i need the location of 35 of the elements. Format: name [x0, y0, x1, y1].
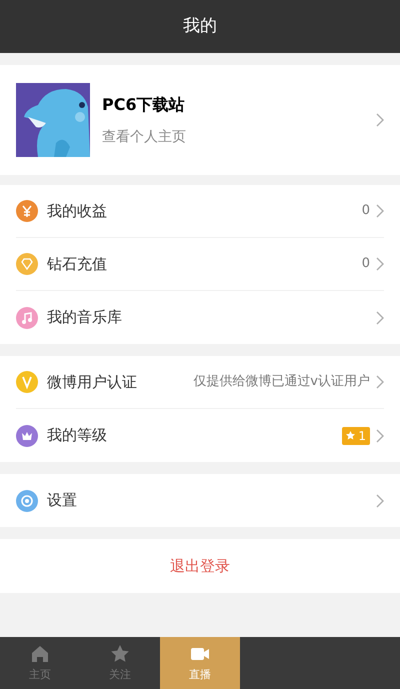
menu-item[interactable]: 我的等级 1 [16, 409, 384, 462]
menu-label: 微博用户认证 [47, 372, 138, 393]
profile-name: PC6下载站 [102, 94, 186, 116]
crown-icon [16, 424, 38, 446]
page-title: 我的 [183, 14, 217, 38]
v-letter-icon [16, 371, 38, 393]
menu-value: 仅提供给微博已通过v认证用户 [193, 373, 370, 392]
avatar-icon [16, 83, 90, 157]
profile-row[interactable]: PC6下载站 查看个人主页 [0, 65, 400, 175]
menu-label: 我的收益 [47, 200, 108, 222]
chevron-icon [376, 310, 384, 324]
chevron-icon [376, 428, 384, 442]
menu-item[interactable]: 设置 [16, 474, 384, 527]
settings-icon [16, 490, 38, 512]
chevron-icon [376, 113, 384, 127]
menu-item[interactable]: 我的音乐库 [16, 291, 384, 344]
chevron-icon [376, 257, 384, 271]
menu-value: 0 [362, 202, 370, 220]
menu-value: 0 [362, 255, 370, 274]
profile-link[interactable]: 查看个人主页 [102, 126, 370, 148]
star-icon [346, 431, 356, 440]
menu-label: 设置 [47, 490, 78, 512]
chevron-icon [376, 375, 384, 389]
yen-icon [16, 200, 38, 222]
chevron-icon [376, 204, 384, 218]
music-note-icon [16, 306, 38, 328]
menu-item[interactable]: 钻石充值 0 [16, 238, 384, 291]
menu-label: 钻石充值 [47, 254, 108, 275]
level-badge: 1 [342, 426, 370, 444]
menu-item[interactable]: 我的收益 0 [16, 185, 384, 238]
logout-button[interactable]: 退出登录 [0, 539, 400, 593]
menu-item[interactable]: 微博用户认证 仅提供给微博已通过v认证用户 [16, 356, 384, 409]
chevron-icon [376, 494, 384, 508]
menu-label: 我的等级 [47, 425, 108, 446]
menu-label: 我的音乐库 [47, 307, 123, 328]
